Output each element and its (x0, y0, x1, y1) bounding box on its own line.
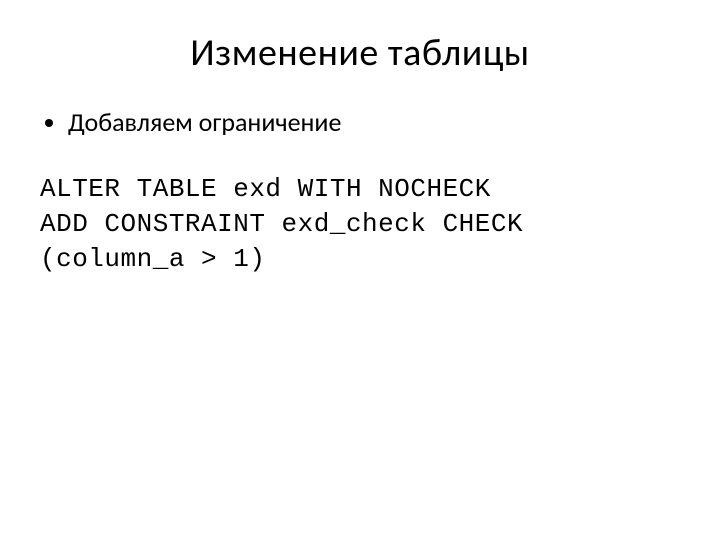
slide-title: Изменение таблицы (40, 30, 680, 76)
slide: Изменение таблицы Добавляем ограничение … (0, 0, 720, 540)
code-line: (column_a > 1) (40, 244, 265, 274)
bullet-list: Добавляем ограничение (40, 106, 680, 140)
code-block: ALTER TABLE exd WITH NOCHECK ADD CONSTRA… (40, 172, 680, 277)
bullet-item: Добавляем ограничение (68, 106, 680, 140)
code-line: ALTER TABLE exd WITH NOCHECK (40, 174, 491, 204)
code-line: ADD CONSTRAINT exd_check CHECK (40, 209, 523, 239)
